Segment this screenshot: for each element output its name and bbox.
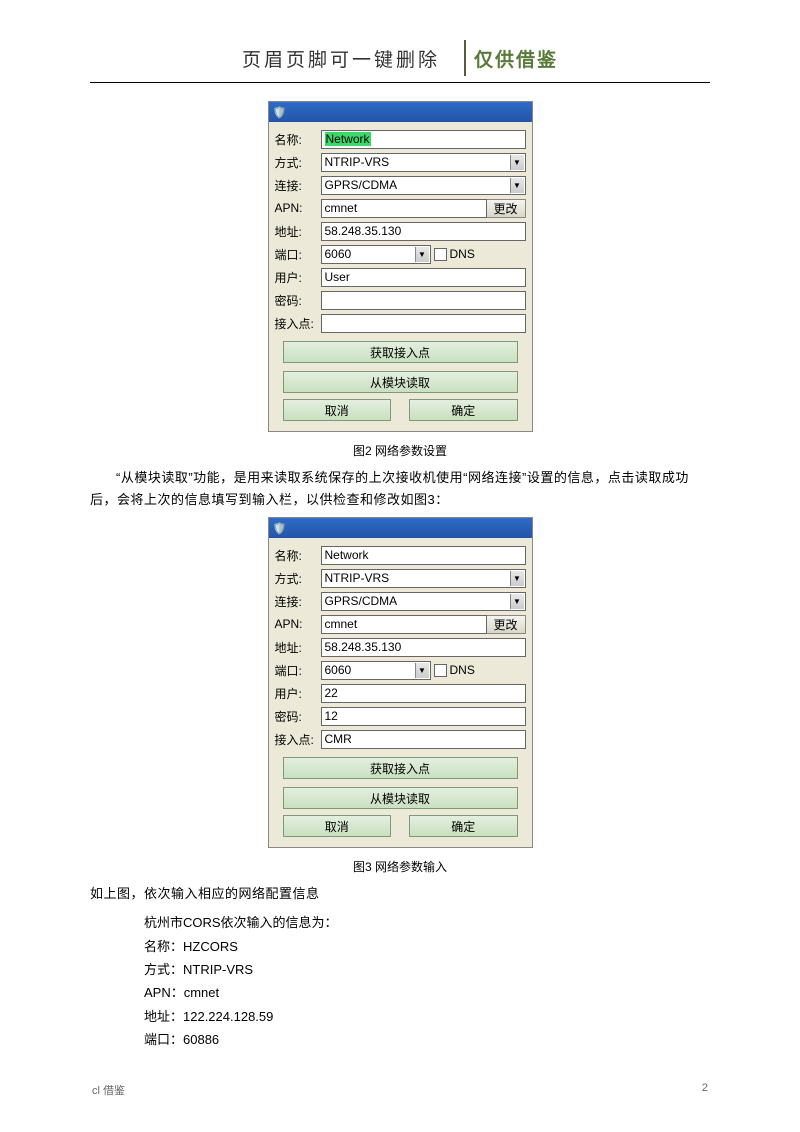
info-apn: APN：cmnet: [144, 981, 710, 1004]
access-point-label: 接入点:: [275, 731, 321, 748]
chevron-down-icon: ▼: [415, 663, 429, 678]
figure-3-caption: 图3 网络参数输入: [90, 858, 710, 875]
name-input[interactable]: Network: [321, 546, 526, 565]
access-point-label: 接入点:: [275, 315, 321, 332]
user-input[interactable]: 22: [321, 684, 526, 703]
footer-page-number: 2: [702, 1082, 708, 1098]
dns-label: DNS: [450, 247, 475, 261]
method-select[interactable]: NTRIP-VRS▼: [321, 153, 526, 172]
ok-button[interactable]: 确定: [409, 815, 518, 837]
page-footer: cl 借鉴 2: [90, 1082, 710, 1098]
user-label: 用户:: [275, 685, 321, 702]
paragraph-1: “从模块读取”功能，是用来读取系统保存的上次接收机使用“网络连接”设置的信息，点…: [90, 467, 710, 511]
connect-label: 连接:: [275, 593, 321, 610]
ok-button[interactable]: 确定: [409, 399, 518, 421]
info-intro: 杭州市CORS依次输入的信息为：: [144, 911, 710, 934]
apn-label: APN:: [275, 201, 321, 215]
get-access-point-button[interactable]: 获取接入点: [283, 757, 518, 779]
password-label: 密码:: [275, 708, 321, 725]
chevron-down-icon: ▼: [510, 178, 524, 193]
connect-label: 连接:: [275, 177, 321, 194]
addr-label: 地址:: [275, 639, 321, 656]
header-center-text: 页眉页脚可一键删除: [242, 45, 460, 72]
user-label: 用户:: [275, 269, 321, 286]
name-label: 名称:: [275, 131, 321, 148]
dns-checkbox[interactable]: [434, 248, 447, 261]
chevron-down-icon: ▼: [510, 155, 524, 170]
read-from-module-button[interactable]: 从模块读取: [283, 787, 518, 809]
chevron-down-icon: ▼: [415, 247, 429, 262]
read-from-module-button[interactable]: 从模块读取: [283, 371, 518, 393]
addr-label: 地址:: [275, 223, 321, 240]
port-select[interactable]: 6060▼: [321, 245, 431, 264]
title-bar: 🛡️: [269, 518, 532, 538]
chevron-down-icon: ▼: [510, 594, 524, 609]
page-header: 页眉页脚可一键删除 仅供借鉴: [90, 40, 710, 76]
method-label: 方式:: [275, 154, 321, 171]
info-name: 名称：HZCORS: [144, 935, 710, 958]
addr-input[interactable]: 58.248.35.130: [321, 638, 526, 657]
port-label: 端口:: [275, 662, 321, 679]
name-label: 名称:: [275, 547, 321, 564]
port-select[interactable]: 6060▼: [321, 661, 431, 680]
apn-label: APN:: [275, 617, 321, 631]
cancel-button[interactable]: 取消: [283, 815, 392, 837]
info-port: 端口：60886: [144, 1028, 710, 1051]
get-access-point-button[interactable]: 获取接入点: [283, 341, 518, 363]
name-input[interactable]: Network: [321, 130, 526, 149]
chevron-down-icon: ▼: [510, 571, 524, 586]
access-point-input[interactable]: CMR: [321, 730, 526, 749]
password-label: 密码:: [275, 292, 321, 309]
cors-info-block: 杭州市CORS依次输入的信息为： 名称：HZCORS 方式：NTRIP-VRS …: [144, 911, 710, 1051]
network-config-panel-1: 🛡️ 名称: Network 方式: NTRIP-VRS▼ 连接: GPRS/C…: [268, 101, 533, 432]
method-select[interactable]: NTRIP-VRS▼: [321, 569, 526, 588]
info-addr: 地址：122.224.128.59: [144, 1005, 710, 1028]
info-method: 方式：NTRIP-VRS: [144, 958, 710, 981]
header-vertical-divider: [464, 40, 466, 76]
apn-input[interactable]: cmnet: [321, 615, 487, 634]
connect-select[interactable]: GPRS/CDMA▼: [321, 176, 526, 195]
apn-change-button[interactable]: 更改: [486, 199, 526, 218]
password-input[interactable]: 12: [321, 707, 526, 726]
dns-label: DNS: [450, 663, 475, 677]
addr-input[interactable]: 58.248.35.130: [321, 222, 526, 241]
user-input[interactable]: User: [321, 268, 526, 287]
access-point-input[interactable]: [321, 314, 526, 333]
apn-change-button[interactable]: 更改: [486, 615, 526, 634]
app-icon: 🛡️: [273, 106, 287, 119]
footer-left: cl 借鉴: [92, 1082, 125, 1098]
password-input[interactable]: [321, 291, 526, 310]
connect-select[interactable]: GPRS/CDMA▼: [321, 592, 526, 611]
app-icon: 🛡️: [273, 522, 287, 535]
network-config-panel-2: 🛡️ 名称: Network 方式: NTRIP-VRS▼ 连接: GPRS/C…: [268, 517, 533, 848]
apn-input[interactable]: cmnet: [321, 199, 487, 218]
port-label: 端口:: [275, 246, 321, 263]
title-bar: 🛡️: [269, 102, 532, 122]
figure-2-caption: 图2 网络参数设置: [90, 442, 710, 459]
method-label: 方式:: [275, 570, 321, 587]
cancel-button[interactable]: 取消: [283, 399, 392, 421]
paragraph-2: 如上图，依次输入相应的网络配置信息: [90, 883, 710, 905]
header-rule: [90, 82, 710, 83]
header-right-text: 仅供借鉴: [474, 45, 558, 72]
dns-checkbox[interactable]: [434, 664, 447, 677]
